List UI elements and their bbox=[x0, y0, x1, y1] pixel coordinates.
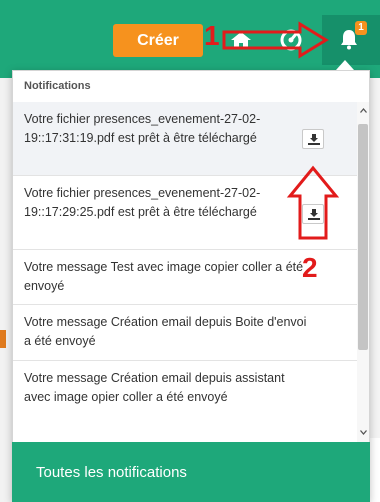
annotation-overlay bbox=[222, 21, 340, 240]
annotation-number-1: 1 bbox=[204, 20, 220, 51]
annotation-arrow-1 bbox=[222, 21, 329, 59]
annotation-number-2: 2 bbox=[302, 252, 318, 283]
annotation-arrow-2 bbox=[286, 165, 340, 240]
